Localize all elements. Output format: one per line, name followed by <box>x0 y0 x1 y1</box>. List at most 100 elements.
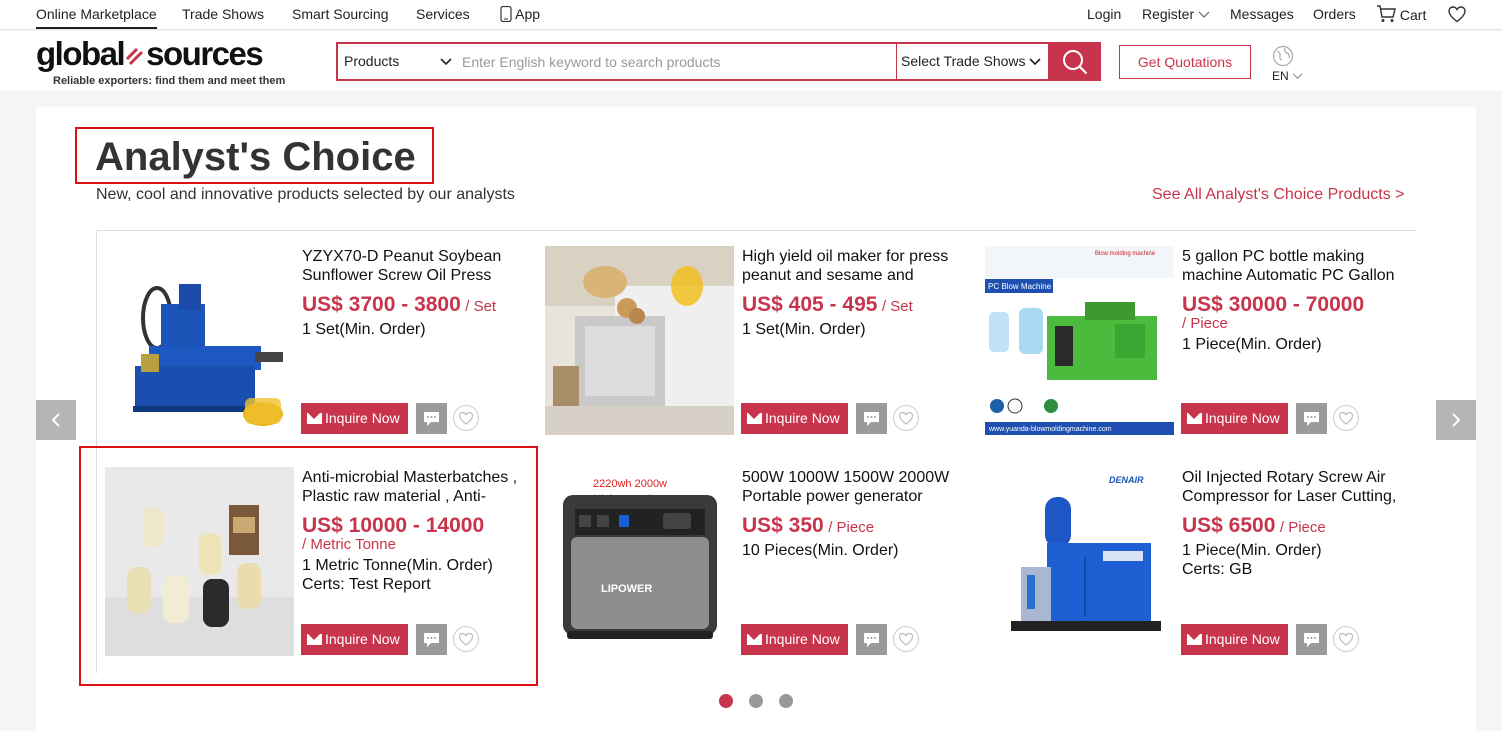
nav-messages[interactable]: Messages <box>1230 6 1294 22</box>
image-caption: 2220wh 2000w <box>593 478 667 490</box>
product-card[interactable]: YZYX70-D Peanut Soybean Sunflower Screw … <box>97 231 537 452</box>
inquire-now-button[interactable]: Inquire Now <box>1181 403 1288 434</box>
favorites-link[interactable] <box>1448 6 1466 26</box>
product-image[interactable]: DENAIR <box>985 467 1174 656</box>
site-header: global sources Reliable exporters: find t… <box>0 31 1502 91</box>
chat-button[interactable] <box>856 624 887 655</box>
globe-icon <box>1272 45 1294 67</box>
price-amount: US$ 405 - 495 <box>742 293 878 316</box>
top-navigation: Online Marketplace Trade Shows Smart Sou… <box>0 0 1502 30</box>
trade-shows-select[interactable]: Select Trade Shows <box>896 44 1048 79</box>
get-quotations-button[interactable]: Get Quotations <box>1119 45 1251 79</box>
logo-word-sources: sources <box>146 35 264 72</box>
search-category-value: Products <box>344 53 400 69</box>
product-name[interactable]: High yield oil maker for press peanut an… <box>742 247 964 285</box>
favorite-button[interactable] <box>1333 626 1359 652</box>
carousel-dot[interactable] <box>749 694 763 708</box>
globalsources-logo[interactable]: global sources Reliable exporters: find t… <box>36 35 285 88</box>
heart-icon <box>458 411 474 425</box>
logo-mark-icon <box>126 47 144 66</box>
price-amount: US$ 30000 - 70000 <box>1182 293 1365 316</box>
product-image[interactable] <box>105 246 294 435</box>
nav-register[interactable]: Register <box>1142 6 1210 22</box>
oil-press-image <box>105 246 294 435</box>
nav-login[interactable]: Login <box>1087 6 1121 22</box>
product-image[interactable]: Blow molding machine PC Blow Machine www… <box>985 246 1174 435</box>
see-all-link[interactable]: See All Analyst's Choice Products > <box>1152 186 1405 204</box>
inquire-now-button[interactable]: Inquire Now <box>741 624 848 655</box>
chevron-down-icon <box>440 58 452 66</box>
heart-icon <box>1338 411 1354 425</box>
nav-cart[interactable]: Cart <box>1376 5 1426 23</box>
product-name[interactable]: YZYX70-D Peanut Soybean Sunflower Screw … <box>302 247 524 285</box>
nav-online-marketplace[interactable]: Online Marketplace <box>36 6 157 29</box>
carousel-dot[interactable] <box>779 694 793 708</box>
inquire-now-button[interactable]: Inquire Now <box>1181 624 1288 655</box>
favorite-button[interactable] <box>893 626 919 652</box>
carousel-prev-button[interactable] <box>36 400 76 440</box>
product-card[interactable]: Blow molding machine PC Blow Machine www… <box>977 231 1417 452</box>
min-order: 1 Piece(Min. Order) <box>1182 542 1322 559</box>
min-order: 1 Piece(Min. Order) <box>1182 336 1322 353</box>
favorite-button[interactable] <box>453 405 479 431</box>
language-code: EN <box>1272 69 1289 83</box>
price-amount: US$ 350 <box>742 514 824 537</box>
nav-services[interactable]: Services <box>416 6 470 22</box>
favorite-button[interactable] <box>893 405 919 431</box>
price-unit: / Set <box>465 298 497 315</box>
product-card[interactable]: 2220wh 2000w High capacity LIPOWER 500W … <box>537 452 977 673</box>
product-card[interactable]: DENAIR Oil Injected Rotary Screw Air Com… <box>977 452 1417 673</box>
product-price: US$ 6500 / Piece <box>1182 514 1412 538</box>
power-generator-image: 2220wh 2000w High capacity LIPOWER <box>545 467 734 656</box>
oil-maker-image <box>545 246 734 435</box>
chat-icon <box>1304 633 1319 647</box>
chat-button[interactable] <box>416 403 447 434</box>
search-icon <box>1063 50 1088 75</box>
product-image[interactable]: 2220wh 2000w High capacity LIPOWER <box>545 467 734 656</box>
nav-app[interactable]: App <box>500 5 541 23</box>
inquire-now-button[interactable]: Inquire Now <box>741 403 848 434</box>
inquire-label: Inquire Now <box>325 410 400 426</box>
carousel-next-button[interactable] <box>1436 400 1476 440</box>
logo-tagline: Reliable exporters: find them and meet t… <box>53 75 286 87</box>
image-caption: PC Blow Machine <box>988 282 1052 291</box>
image-caption: LIPOWER <box>601 583 652 595</box>
product-card[interactable]: High yield oil maker for press peanut an… <box>537 231 977 452</box>
product-price: US$ 350 / Piece <box>742 514 972 538</box>
mail-icon <box>1187 413 1202 424</box>
product-name[interactable]: 5 gallon PC bottle making machine Automa… <box>1182 247 1404 285</box>
section-subtitle: New, cool and innovative products select… <box>96 186 515 203</box>
price-amount: US$ 3700 - 3800 <box>302 293 461 316</box>
search-input[interactable] <box>458 44 896 79</box>
nav-trade-shows[interactable]: Trade Shows <box>182 6 264 22</box>
search-button[interactable] <box>1048 42 1101 81</box>
heart-icon <box>898 632 914 646</box>
title-highlight-box <box>75 127 434 184</box>
heart-icon <box>898 411 914 425</box>
carousel-dot[interactable] <box>719 694 733 708</box>
chevron-down-icon <box>1198 11 1210 18</box>
inquire-label: Inquire Now <box>1205 631 1280 647</box>
inquire-now-button[interactable]: Inquire Now <box>301 403 408 434</box>
trade-shows-select-value: Select Trade Shows <box>901 53 1026 69</box>
min-order: 1 Set(Min. Order) <box>742 321 866 338</box>
product-image[interactable] <box>545 246 734 435</box>
price-unit: / Piece <box>1279 519 1326 536</box>
product-name[interactable]: Oil Injected Rotary Screw Air Compressor… <box>1182 468 1404 506</box>
chat-icon <box>864 412 879 426</box>
product-price: US$ 405 - 495 / Set <box>742 293 972 317</box>
search-category-select[interactable]: Products <box>338 44 458 79</box>
nav-orders[interactable]: Orders <box>1313 6 1356 22</box>
cart-icon <box>1377 5 1396 22</box>
favorite-button[interactable] <box>1333 405 1359 431</box>
nav-app-label: App <box>515 6 541 22</box>
product-price: US$ 3700 - 3800 / Set <box>302 293 532 317</box>
chat-button[interactable] <box>1296 624 1327 655</box>
nav-smart-sourcing[interactable]: Smart Sourcing <box>292 6 388 22</box>
chevron-down-icon <box>1029 58 1041 66</box>
phone-icon <box>500 5 512 23</box>
chat-button[interactable] <box>1296 403 1327 434</box>
chat-button[interactable] <box>856 403 887 434</box>
product-name[interactable]: 500W 1000W 1500W 2000W Portable power ge… <box>742 468 964 506</box>
image-caption: Blow molding machine <box>1095 251 1156 257</box>
